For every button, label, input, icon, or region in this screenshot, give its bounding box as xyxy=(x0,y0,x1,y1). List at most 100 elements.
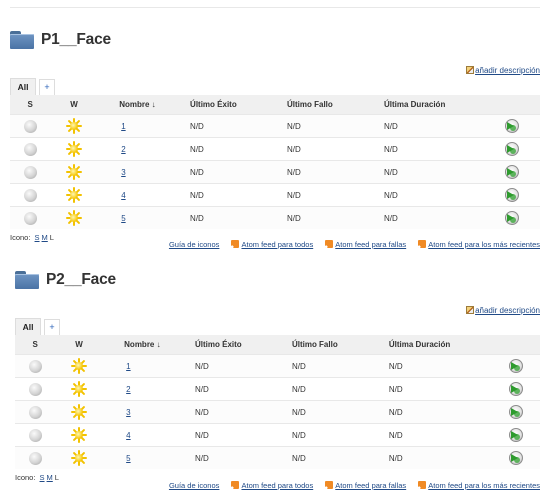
last-duration-cell: N/D xyxy=(383,114,505,138)
schedule-build-icon[interactable] xyxy=(509,405,524,419)
job-link[interactable]: 3 xyxy=(126,408,130,417)
job-link[interactable]: 1 xyxy=(121,122,125,131)
col-last-duration[interactable]: Última Duración xyxy=(383,95,505,115)
icon-size-small[interactable]: S xyxy=(35,233,40,242)
add-description-link[interactable]: añadir descripción xyxy=(466,66,540,75)
rss-feed-icon xyxy=(231,240,240,248)
last-failure-cell: N/D xyxy=(287,137,384,161)
last-success-cell: N/D xyxy=(190,160,288,184)
sun-icon xyxy=(71,450,88,466)
sort-arrow-icon: ↓ xyxy=(151,100,156,109)
col-status[interactable]: S xyxy=(15,335,66,355)
last-success-cell: N/D xyxy=(195,377,292,401)
job-link[interactable]: 2 xyxy=(126,385,130,394)
grey-ball-icon xyxy=(28,451,42,465)
icon-size-small[interactable]: S xyxy=(40,473,45,482)
sun-icon xyxy=(66,210,83,226)
icon-size-large: L xyxy=(54,473,59,482)
feed-recent-link[interactable]: Atom feed para los más recientes xyxy=(418,240,540,249)
icon-size-medium[interactable]: M xyxy=(42,233,48,242)
schedule-build-icon[interactable] xyxy=(504,165,519,179)
col-last-success[interactable]: Último Éxito xyxy=(195,335,292,355)
add-view-tab[interactable]: + xyxy=(39,79,55,95)
last-failure-cell: N/D xyxy=(287,114,384,138)
table-row: 2 N/D N/D N/D xyxy=(10,137,540,161)
col-status[interactable]: S xyxy=(10,95,61,115)
last-success-cell: N/D xyxy=(195,446,292,469)
icon-size-label: Icono: xyxy=(10,233,31,242)
col-name-label: Nombre xyxy=(124,340,155,349)
sun-icon xyxy=(66,141,83,157)
job-link[interactable]: 2 xyxy=(121,145,125,154)
last-failure-cell: N/D xyxy=(287,206,384,229)
table-row: 4 N/D N/D N/D xyxy=(10,183,540,207)
sun-icon xyxy=(71,427,88,443)
job-link[interactable]: 4 xyxy=(121,191,125,200)
schedule-build-icon[interactable] xyxy=(504,119,519,133)
rss-feed-icon xyxy=(325,240,334,248)
jobs-table-body: 1 N/D N/D N/D 2 N/D N/D N/D 3 N/D N/D N/… xyxy=(15,354,540,469)
last-duration-cell: N/D xyxy=(388,446,510,469)
last-failure-cell: N/D xyxy=(291,400,389,424)
last-success-cell: N/D xyxy=(190,183,288,207)
col-name[interactable]: Nombre ↓ xyxy=(119,95,191,115)
edit-pencil-icon xyxy=(466,66,475,74)
grey-ball-icon xyxy=(23,119,37,133)
icon-legend-link[interactable]: Guía de iconos xyxy=(169,481,219,490)
rss-feed-icon xyxy=(231,481,240,489)
tab-all[interactable]: All xyxy=(10,78,36,95)
view-section-p1: P1__Face añadir descripción All + S W No… xyxy=(10,28,540,253)
last-success-cell: N/D xyxy=(195,354,292,378)
schedule-build-icon[interactable] xyxy=(509,451,524,465)
col-last-failure[interactable]: Último Fallo xyxy=(287,95,384,115)
job-link[interactable]: 3 xyxy=(121,168,125,177)
grey-ball-icon xyxy=(23,165,37,179)
schedule-build-icon[interactable] xyxy=(504,211,519,225)
table-row: 3 N/D N/D N/D xyxy=(10,160,540,184)
job-link[interactable]: 1 xyxy=(126,362,130,371)
col-weather[interactable]: W xyxy=(65,335,125,355)
table-row: 4 N/D N/D N/D xyxy=(15,423,540,447)
grey-ball-icon xyxy=(23,211,37,225)
last-success-cell: N/D xyxy=(190,114,288,138)
grey-ball-icon xyxy=(28,382,42,396)
col-weather[interactable]: W xyxy=(60,95,120,115)
feed-failures-label: Atom feed para fallas xyxy=(335,481,407,490)
col-last-success[interactable]: Último Éxito xyxy=(190,95,288,115)
add-description-label: añadir descripción xyxy=(475,66,540,75)
last-failure-cell: N/D xyxy=(291,377,389,401)
add-description-label: añadir descripción xyxy=(475,306,540,315)
sun-icon xyxy=(66,118,83,134)
table-row: 1 N/D N/D N/D xyxy=(10,114,540,138)
schedule-build-icon[interactable] xyxy=(504,188,519,202)
col-name[interactable]: Nombre ↓ xyxy=(124,335,195,355)
col-last-duration[interactable]: Última Duración xyxy=(388,335,510,355)
schedule-build-icon[interactable] xyxy=(509,382,524,396)
schedule-build-icon[interactable] xyxy=(509,428,524,442)
job-link[interactable]: 5 xyxy=(121,214,125,223)
schedule-build-icon[interactable] xyxy=(509,359,524,373)
icon-size-medium[interactable]: M xyxy=(47,473,53,482)
sun-icon xyxy=(71,358,88,374)
feed-all-link[interactable]: Atom feed para todos xyxy=(231,481,313,490)
icon-legend-link[interactable]: Guía de iconos xyxy=(169,240,219,249)
feed-all-link[interactable]: Atom feed para todos xyxy=(231,240,313,249)
job-link[interactable]: 5 xyxy=(126,454,130,463)
page-title: P2__Face xyxy=(46,271,116,288)
table-row: 5 N/D N/D N/D xyxy=(10,206,540,229)
sort-arrow-icon: ↓ xyxy=(156,340,161,349)
job-link[interactable]: 4 xyxy=(126,431,130,440)
add-description-link[interactable]: añadir descripción xyxy=(466,306,540,315)
last-failure-cell: N/D xyxy=(291,423,389,447)
add-view-tab[interactable]: + xyxy=(44,319,60,335)
grey-ball-icon xyxy=(28,359,42,373)
col-last-failure[interactable]: Último Fallo xyxy=(291,335,389,355)
schedule-build-icon[interactable] xyxy=(504,142,519,156)
edit-pencil-icon xyxy=(466,306,475,314)
feed-recent-link[interactable]: Atom feed para los más recientes xyxy=(418,481,540,490)
last-duration-cell: N/D xyxy=(383,137,505,161)
feed-failures-link[interactable]: Atom feed para fallas xyxy=(325,481,406,490)
tab-all[interactable]: All xyxy=(15,318,41,335)
feed-failures-link[interactable]: Atom feed para fallas xyxy=(325,240,406,249)
sun-icon xyxy=(66,164,83,180)
